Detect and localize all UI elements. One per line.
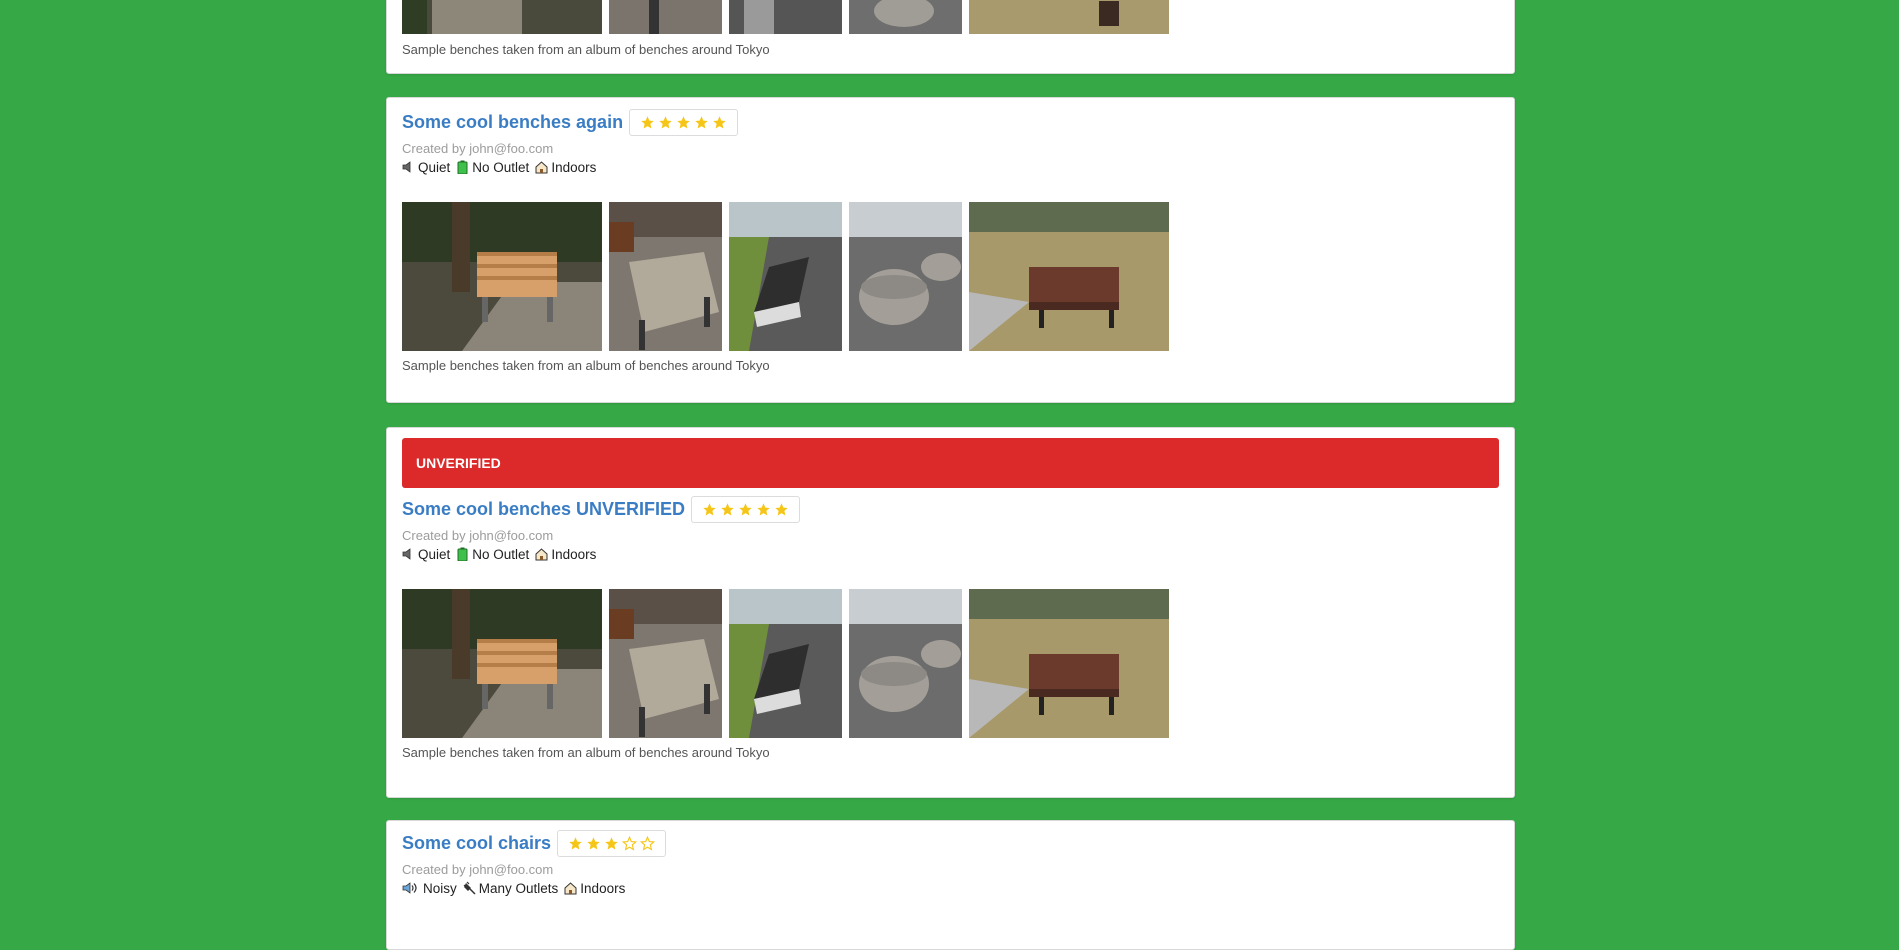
house-icon xyxy=(564,881,577,895)
created-by-text: Created by john@foo.com xyxy=(402,862,554,877)
attribute-noise: Quiet xyxy=(402,547,450,562)
bench-photo[interactable] xyxy=(609,202,722,351)
attribute-noise: Quiet xyxy=(402,160,450,175)
attribute-label: Indoors xyxy=(580,880,626,896)
bench-photo[interactable] xyxy=(969,589,1169,738)
star-filled-icon xyxy=(676,115,691,130)
bench-photo[interactable] xyxy=(849,589,962,738)
bench-photo[interactable] xyxy=(402,202,602,351)
photo-strip xyxy=(402,202,1499,351)
card-title-link[interactable]: Some cool benches again xyxy=(402,112,623,133)
card-title-link[interactable]: Some cool benches UNVERIFIED xyxy=(402,499,685,520)
photo-strip xyxy=(402,589,1499,738)
bench-photo[interactable] xyxy=(849,0,962,34)
star-filled-icon xyxy=(568,836,583,851)
star-filled-icon xyxy=(586,836,601,851)
bench-photo[interactable] xyxy=(402,0,602,34)
house-icon xyxy=(535,160,548,174)
attribute-location: Indoors xyxy=(535,160,596,175)
attribute-label: No Outlet xyxy=(472,546,530,562)
attribute-label: Indoors xyxy=(551,159,597,175)
star-filled-icon xyxy=(720,502,735,517)
card-title-link[interactable]: Some cool chairs xyxy=(402,833,551,854)
battery-icon xyxy=(456,160,469,174)
house-icon xyxy=(535,547,548,561)
star-filled-icon xyxy=(694,115,709,130)
star-filled-icon xyxy=(640,115,655,130)
attribute-list: Noisy Many Outlets Indoors xyxy=(402,878,1499,898)
attribute-label: Quiet xyxy=(418,546,451,562)
attribute-list: Quiet No Outlet Indoors xyxy=(402,544,1499,564)
star-filled-icon xyxy=(702,502,717,517)
speaker-quiet-icon xyxy=(402,160,415,174)
bench-card: Some cool benches again Created by john@… xyxy=(386,97,1515,403)
created-by-text: Created by john@foo.com xyxy=(402,141,554,156)
speaker-loud-icon xyxy=(402,881,420,895)
attribute-outlet: No Outlet xyxy=(456,547,529,562)
attribute-outlet: No Outlet xyxy=(456,160,529,175)
star-rating xyxy=(629,108,739,136)
star-filled-icon xyxy=(756,502,771,517)
bench-photo[interactable] xyxy=(729,589,842,738)
star-filled-icon xyxy=(604,836,619,851)
unverified-banner: UNVERIFIED xyxy=(402,438,1499,488)
attribute-label: Indoors xyxy=(551,546,597,562)
photo-strip xyxy=(402,0,1499,34)
bench-photo[interactable] xyxy=(609,0,722,34)
bench-photo[interactable] xyxy=(729,202,842,351)
star-filled-icon xyxy=(774,502,789,517)
attribute-label: No Outlet xyxy=(472,159,530,175)
attribute-label: Many Outlets xyxy=(478,880,559,896)
speaker-quiet-icon xyxy=(402,547,415,561)
star-filled-icon xyxy=(738,502,753,517)
bench-photo[interactable] xyxy=(969,0,1169,34)
bench-card-unverified: UNVERIFIED Some cool benches UNVERIFIED … xyxy=(386,427,1515,798)
bench-photo[interactable] xyxy=(849,202,962,351)
star-filled-icon xyxy=(658,115,673,130)
attribute-label: Noisy xyxy=(423,880,457,896)
attribute-location: Indoors xyxy=(535,547,596,562)
attribute-outlet: Many Outlets xyxy=(463,880,559,896)
star-empty-icon xyxy=(640,835,656,851)
bench-photo[interactable] xyxy=(729,0,842,34)
attribute-location: Indoors xyxy=(564,881,625,896)
created-by-text: Created by john@foo.com xyxy=(402,528,554,543)
star-rating xyxy=(691,495,801,523)
battery-icon xyxy=(456,547,469,561)
bench-photo[interactable] xyxy=(969,202,1169,351)
star-rating xyxy=(557,829,667,857)
album-caption: Sample benches taken from an album of be… xyxy=(402,42,770,57)
plug-icon xyxy=(463,881,476,895)
album-caption: Sample benches taken from an album of be… xyxy=(402,358,770,373)
bench-photo[interactable] xyxy=(609,589,722,738)
attribute-noise: Noisy xyxy=(402,881,457,896)
bench-photo[interactable] xyxy=(402,589,602,738)
bench-card-previous: Sample benches taken from an album of be… xyxy=(386,0,1515,74)
album-caption: Sample benches taken from an album of be… xyxy=(402,745,770,760)
star-filled-icon xyxy=(712,115,727,130)
attribute-list: Quiet No Outlet Indoors xyxy=(402,157,1499,177)
attribute-label: Quiet xyxy=(418,159,451,175)
star-empty-icon xyxy=(622,835,638,851)
